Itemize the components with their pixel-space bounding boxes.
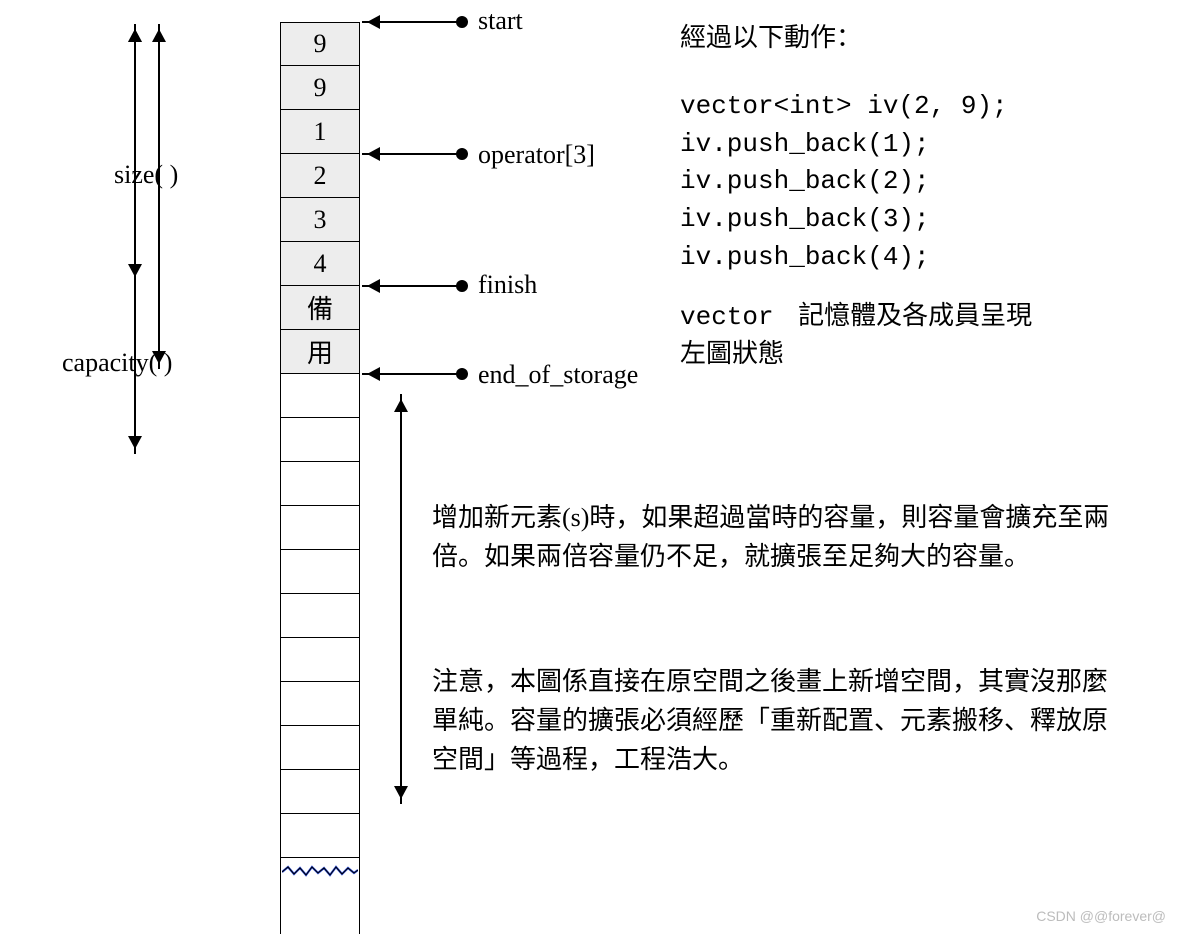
vector-cell-3: 2 xyxy=(280,154,360,198)
operator3-label: operator[3] xyxy=(478,140,595,170)
vector-cell-empty xyxy=(280,418,360,462)
start-dot-icon xyxy=(456,16,468,28)
vector-cell-spare-1: 用 xyxy=(280,330,360,374)
vector-cell-4: 3 xyxy=(280,198,360,242)
vector-cell-5: 4 xyxy=(280,242,360,286)
capacity-label: capacity( ) xyxy=(62,348,172,378)
continuation-bar-right xyxy=(359,876,360,934)
note-paragraph-1: 增加新元素(s)時，如果超過當時的容量，則容量會擴充至兩倍。如果兩倍容量仍不足，… xyxy=(432,498,1132,576)
eos-label: end_of_storage xyxy=(478,360,638,390)
vector-cell-empty xyxy=(280,726,360,770)
code-block: vector<int> iv(2, 9); iv.push_back(1); i… xyxy=(680,88,1008,276)
vector-cell-empty xyxy=(280,770,360,814)
vector-cell-empty xyxy=(280,506,360,550)
vector-cell-2: 1 xyxy=(280,110,360,154)
jagged-continuation-icon xyxy=(282,864,358,876)
eos-dot-icon xyxy=(456,368,468,380)
vector-cell-empty xyxy=(280,594,360,638)
start-label: start xyxy=(478,6,523,36)
vector-cell-0: 9 xyxy=(280,22,360,66)
capacity-range-line-outer xyxy=(158,24,160,369)
vector-cell-empty xyxy=(280,638,360,682)
start-arrow xyxy=(362,21,457,23)
finish-label: finish xyxy=(478,270,537,300)
eos-arrow xyxy=(362,373,457,375)
size-label: size( ) xyxy=(114,160,178,190)
finish-arrow xyxy=(362,285,457,287)
vector-keyword: vector xyxy=(680,302,774,332)
vector-cell-empty xyxy=(280,462,360,506)
operator3-dot-icon xyxy=(456,148,468,160)
vector-cell-empty xyxy=(280,374,360,418)
vector-cell-empty xyxy=(280,814,360,858)
finish-dot-icon xyxy=(456,280,468,292)
vector-cell-empty xyxy=(280,682,360,726)
vector-state-text: 記憶體及各成員呈現 xyxy=(798,301,1032,330)
growth-range-line xyxy=(400,394,402,804)
note-paragraph-2: 注意，本圖係直接在原空間之後畫上新增空間，其實沒那麼單純。容量的擴張必須經歷「重… xyxy=(432,662,1132,779)
continuation-bar-left xyxy=(280,876,281,934)
diagram-page: { "cells": { "c0": "9", "c1": "9", "c2":… xyxy=(0,0,1180,934)
intro-text: 經過以下動作： xyxy=(680,18,862,57)
vector-state-line-2: 左圖狀態 xyxy=(680,334,784,373)
vector-state-line-1: vector 記憶體及各成員呈現 xyxy=(680,296,1032,337)
capacity-range-line xyxy=(134,24,136,454)
watermark: CSDN @@forever@ xyxy=(1036,908,1166,924)
operator3-arrow xyxy=(362,153,457,155)
vector-cell-empty xyxy=(280,550,360,594)
vector-cell-1: 9 xyxy=(280,66,360,110)
vector-cell-spare-0: 備 xyxy=(280,286,360,330)
